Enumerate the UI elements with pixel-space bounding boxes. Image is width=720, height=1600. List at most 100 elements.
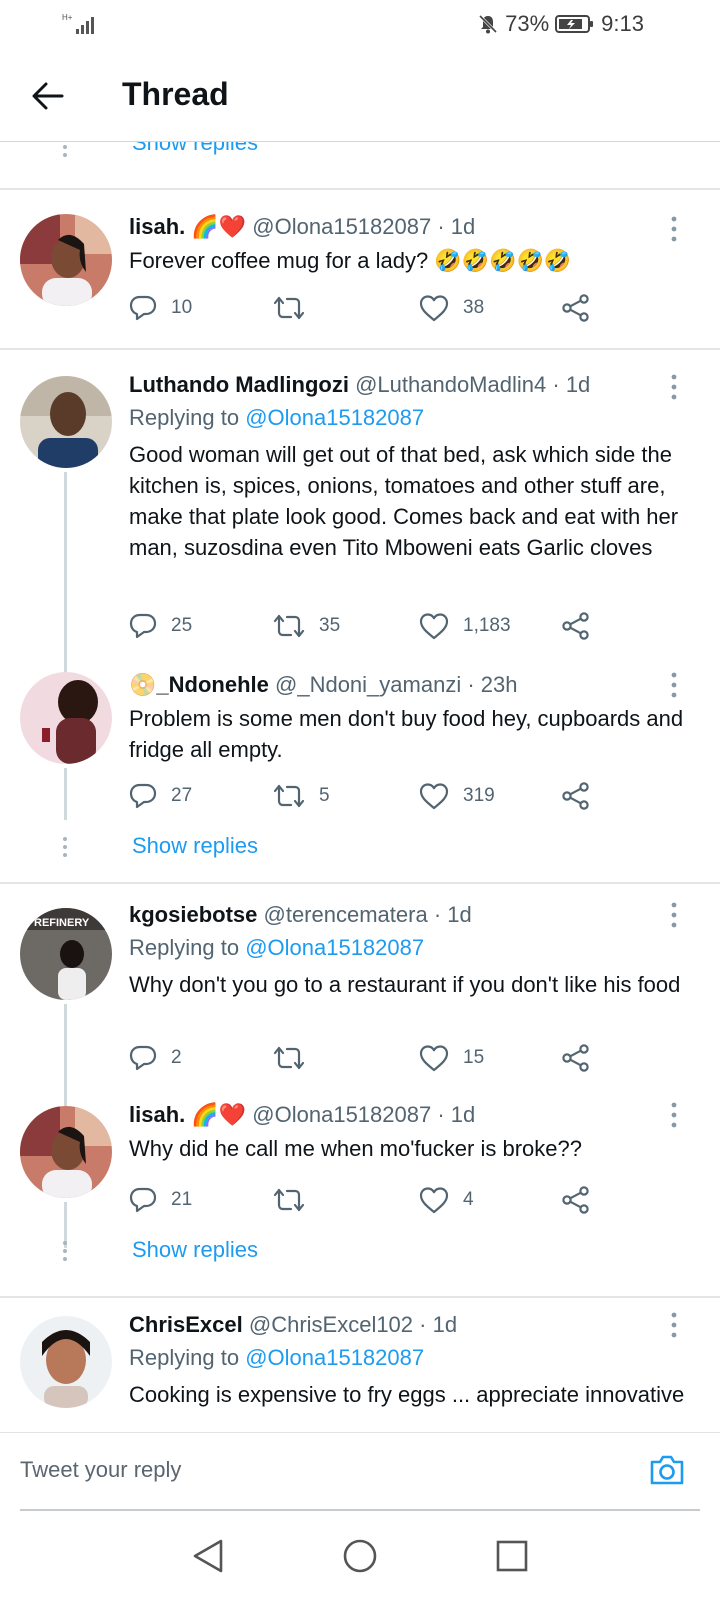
retweet-button[interactable]: 35 bbox=[273, 608, 340, 644]
tweet[interactable]: ChrisExcel @ChrisExcel102 · 1d Replying … bbox=[0, 1298, 720, 1432]
more-icon[interactable] bbox=[664, 214, 684, 244]
nav-recents-icon bbox=[496, 1540, 528, 1572]
reply-button[interactable]: 25 bbox=[129, 608, 192, 644]
reply-icon bbox=[129, 613, 157, 639]
tweet-header: lisah. 🌈❤️ @Olona15182087 · 1d bbox=[129, 1102, 680, 1128]
replying-to-prefix: Replying to bbox=[129, 405, 246, 430]
display-name[interactable]: Luthando Madlingozi bbox=[129, 372, 349, 397]
camera-icon[interactable] bbox=[648, 1451, 686, 1489]
more-replies-dots bbox=[63, 145, 67, 157]
like-button[interactable]: 4 bbox=[419, 1182, 474, 1218]
show-replies-link[interactable]: Show replies bbox=[132, 1237, 258, 1263]
battery-percent: 73% bbox=[505, 11, 550, 36]
more-icon[interactable] bbox=[664, 900, 684, 930]
avatar[interactable] bbox=[20, 376, 112, 468]
share-button[interactable] bbox=[561, 608, 591, 644]
like-button[interactable]: 1,183 bbox=[419, 608, 511, 644]
tweet-header: ChrisExcel @ChrisExcel102 · 1d bbox=[129, 1312, 680, 1338]
reply-count: 27 bbox=[171, 785, 193, 806]
nav-recents-button[interactable] bbox=[488, 1532, 536, 1580]
share-button[interactable] bbox=[561, 1182, 591, 1218]
tweet-time[interactable]: 1d bbox=[566, 372, 590, 397]
show-replies-link[interactable]: Show replies bbox=[132, 833, 258, 859]
display-name[interactable]: ChrisExcel bbox=[129, 1312, 243, 1337]
share-button[interactable] bbox=[561, 290, 591, 326]
user-handle[interactable]: @_Ndoni_yamanzi bbox=[275, 672, 461, 697]
replying-to-mention[interactable]: @Olona15182087 bbox=[245, 405, 424, 430]
retweet-icon bbox=[273, 1046, 305, 1070]
display-name[interactable]: lisah. bbox=[129, 214, 185, 239]
more-icon[interactable] bbox=[664, 372, 684, 402]
retweet-button[interactable]: 5 bbox=[273, 778, 330, 814]
separator-dot: · bbox=[467, 672, 475, 697]
retweet-button[interactable] bbox=[273, 1040, 319, 1076]
avatar[interactable] bbox=[20, 672, 112, 764]
more-icon[interactable] bbox=[664, 1100, 684, 1130]
retweet-button[interactable] bbox=[273, 290, 319, 326]
more-replies-dots bbox=[63, 1241, 67, 1261]
mute-icon bbox=[479, 14, 498, 34]
user-handle[interactable]: @ChrisExcel102 bbox=[249, 1312, 413, 1337]
tweet[interactable]: lisah. 🌈❤️ @Olona15182087 · 1d Why did h… bbox=[0, 1100, 720, 1294]
name-emoji: 🌈❤️ bbox=[191, 214, 247, 239]
display-name[interactable]: kgosiebotse bbox=[129, 902, 257, 927]
retweet-button[interactable] bbox=[273, 1182, 319, 1218]
avatar[interactable] bbox=[20, 214, 112, 306]
like-button[interactable]: 15 bbox=[419, 1040, 484, 1076]
user-handle[interactable]: @Olona15182087 bbox=[252, 214, 431, 239]
tweet-time[interactable]: 1d bbox=[451, 214, 475, 239]
tweet[interactable]: REFINERY kgosiebotse @terencematera · 1d… bbox=[0, 884, 720, 1108]
share-button[interactable] bbox=[561, 1040, 591, 1076]
tweet-time[interactable]: 1d bbox=[451, 1102, 475, 1127]
share-button[interactable] bbox=[561, 778, 591, 814]
like-icon bbox=[419, 783, 449, 810]
back-button[interactable] bbox=[24, 72, 72, 120]
reply-button[interactable]: 27 bbox=[129, 778, 192, 814]
tweet-time[interactable]: 23h bbox=[481, 672, 518, 697]
show-replies-link[interactable]: Show replies bbox=[132, 142, 258, 156]
tweet-text: Forever coffee mug for a lady? 🤣🤣🤣🤣🤣 bbox=[129, 248, 572, 273]
like-button[interactable]: 319 bbox=[419, 778, 495, 814]
clock: 9:13 bbox=[601, 11, 644, 36]
tweet-actions: 2 15 bbox=[129, 1040, 609, 1076]
replying-to-mention[interactable]: @Olona15182087 bbox=[245, 1345, 424, 1370]
more-icon[interactable] bbox=[664, 670, 684, 700]
user-handle[interactable]: @LuthandoMadlin4 bbox=[355, 372, 546, 397]
more-icon[interactable] bbox=[664, 1310, 684, 1340]
tweet[interactable]: lisah. 🌈❤️ @Olona15182087 · 1d Forever c… bbox=[0, 190, 720, 350]
separator-dot: · bbox=[437, 1102, 445, 1127]
user-handle[interactable]: @terencematera bbox=[264, 902, 428, 927]
reply-composer[interactable]: Tweet your reply bbox=[0, 1432, 720, 1512]
thread-feed[interactable]: Show replies lisah. 🌈❤️ @Olona15182087 ·… bbox=[0, 142, 720, 1432]
tweet-actions: 10 38 bbox=[129, 290, 609, 326]
nav-back-button[interactable] bbox=[184, 1532, 232, 1580]
like-count: 319 bbox=[463, 785, 495, 806]
user-handle[interactable]: @Olona15182087 bbox=[252, 1102, 431, 1127]
share-icon bbox=[562, 294, 589, 322]
reply-input[interactable]: Tweet your reply bbox=[20, 1457, 181, 1483]
svg-text:REFINERY: REFINERY bbox=[34, 917, 90, 929]
reply-button[interactable]: 21 bbox=[129, 1182, 192, 1218]
tweet-time[interactable]: 1d bbox=[447, 902, 471, 927]
display-name[interactable]: lisah. bbox=[129, 1102, 185, 1127]
tweet[interactable]: Luthando Madlingozi @LuthandoMadlin4 · 1… bbox=[0, 350, 720, 676]
separator-dot: · bbox=[552, 372, 560, 397]
like-button[interactable]: 38 bbox=[419, 290, 484, 326]
retweet-icon bbox=[273, 614, 305, 638]
reply-button[interactable]: 2 bbox=[129, 1040, 182, 1076]
tweet-time[interactable]: 1d bbox=[433, 1312, 457, 1337]
replying-to: Replying to @Olona15182087 bbox=[129, 935, 424, 961]
tweet-actions: 21 4 bbox=[129, 1182, 609, 1218]
avatar[interactable] bbox=[20, 1316, 112, 1408]
tweet[interactable]: 📀_Ndonehle @_Ndoni_yamanzi · 23h Problem… bbox=[0, 670, 720, 882]
like-count: 38 bbox=[463, 297, 485, 318]
name-emoji: 🌈❤️ bbox=[191, 1102, 247, 1127]
avatar[interactable] bbox=[20, 1106, 112, 1198]
separator-dot: · bbox=[437, 214, 445, 239]
reply-button[interactable]: 10 bbox=[129, 290, 192, 326]
replying-to-mention[interactable]: @Olona15182087 bbox=[245, 935, 424, 960]
nav-home-button[interactable] bbox=[336, 1532, 384, 1580]
avatar[interactable]: REFINERY bbox=[20, 908, 112, 1000]
display-name[interactable]: _Ndonehle bbox=[156, 672, 268, 697]
tweet-text: Cooking is expensive to fry eggs ... app… bbox=[129, 1382, 685, 1407]
